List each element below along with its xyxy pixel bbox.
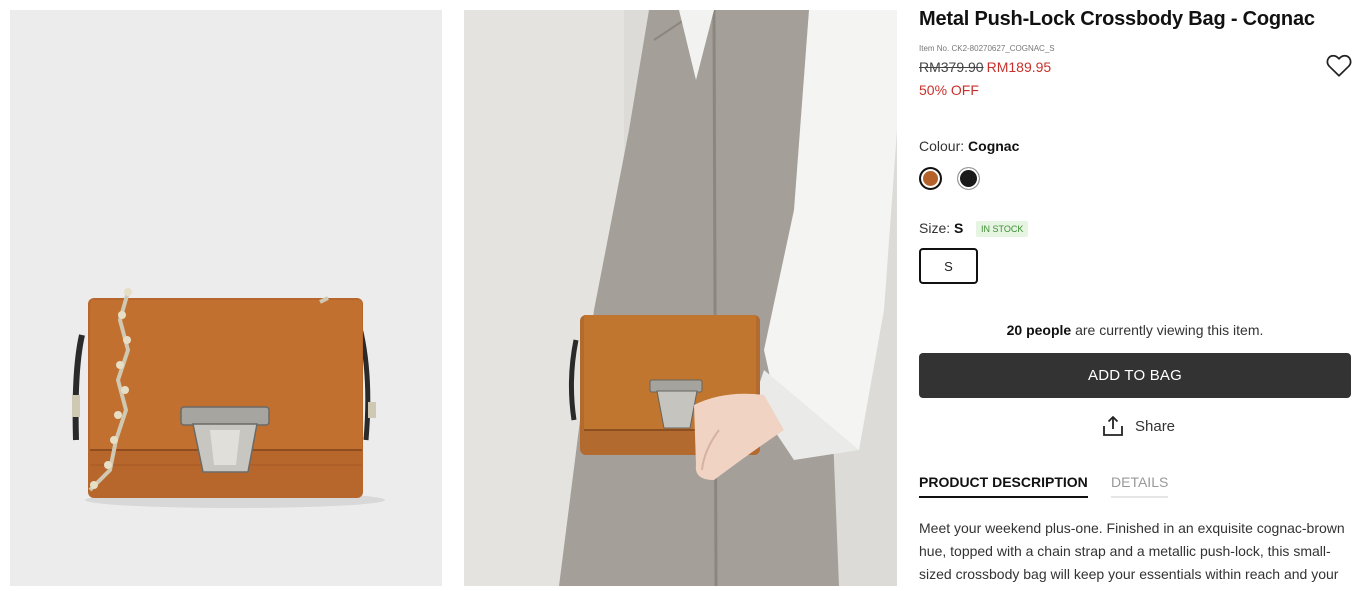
item-number: Item No. CK2-80270627_COGNAC_S <box>919 44 1055 53</box>
bag-front-illustration <box>10 10 442 586</box>
sale-price: RM189.95 <box>986 59 1052 75</box>
viewer-count: 20 people <box>1006 322 1072 338</box>
product-image-model[interactable] <box>464 10 897 586</box>
product-info-panel: Metal Push-Lock Crossbody Bag - Cognac I… <box>919 0 1352 591</box>
product-title: Metal Push-Lock Crossbody Bag - Cognac <box>919 8 1315 30</box>
size-option-s[interactable]: S <box>919 248 978 284</box>
colour-label: Colour: Cognac <box>919 138 1019 154</box>
product-description-text: Meet your weekend plus-one. Finished in … <box>919 520 1345 591</box>
selected-size: S <box>954 220 964 236</box>
discount-badge: 50% OFF <box>919 82 979 98</box>
viewers-notice: 20 people are currently viewing this ite… <box>919 322 1351 338</box>
viewer-text: are currently viewing this item. <box>1071 322 1264 338</box>
price-row: RM379.90 RM189.95 <box>919 59 1051 75</box>
add-to-bag-button[interactable]: ADD TO BAG <box>919 353 1351 398</box>
stock-status-badge: IN STOCK <box>976 221 1029 237</box>
product-image-front[interactable] <box>10 10 442 586</box>
swatch-black[interactable] <box>957 167 980 190</box>
wishlist-button[interactable] <box>1326 54 1352 78</box>
colour-label-text: Colour: <box>919 138 969 154</box>
heart-outline-icon <box>1326 54 1352 77</box>
share-label: Share <box>1135 417 1176 435</box>
original-price: RM379.90 <box>919 59 984 75</box>
tab-details[interactable]: DETAILS <box>1111 474 1169 498</box>
size-label-text: Size: <box>919 220 955 236</box>
selected-colour: Cognac <box>968 138 1020 154</box>
size-label: Size: S <box>919 220 963 236</box>
share-button[interactable]: Share <box>1101 413 1175 439</box>
share-upload-icon <box>1103 416 1123 436</box>
model-illustration <box>464 10 897 586</box>
tab-product-description[interactable]: PRODUCT DESCRIPTION <box>919 474 1088 498</box>
swatch-cognac[interactable] <box>919 167 942 190</box>
